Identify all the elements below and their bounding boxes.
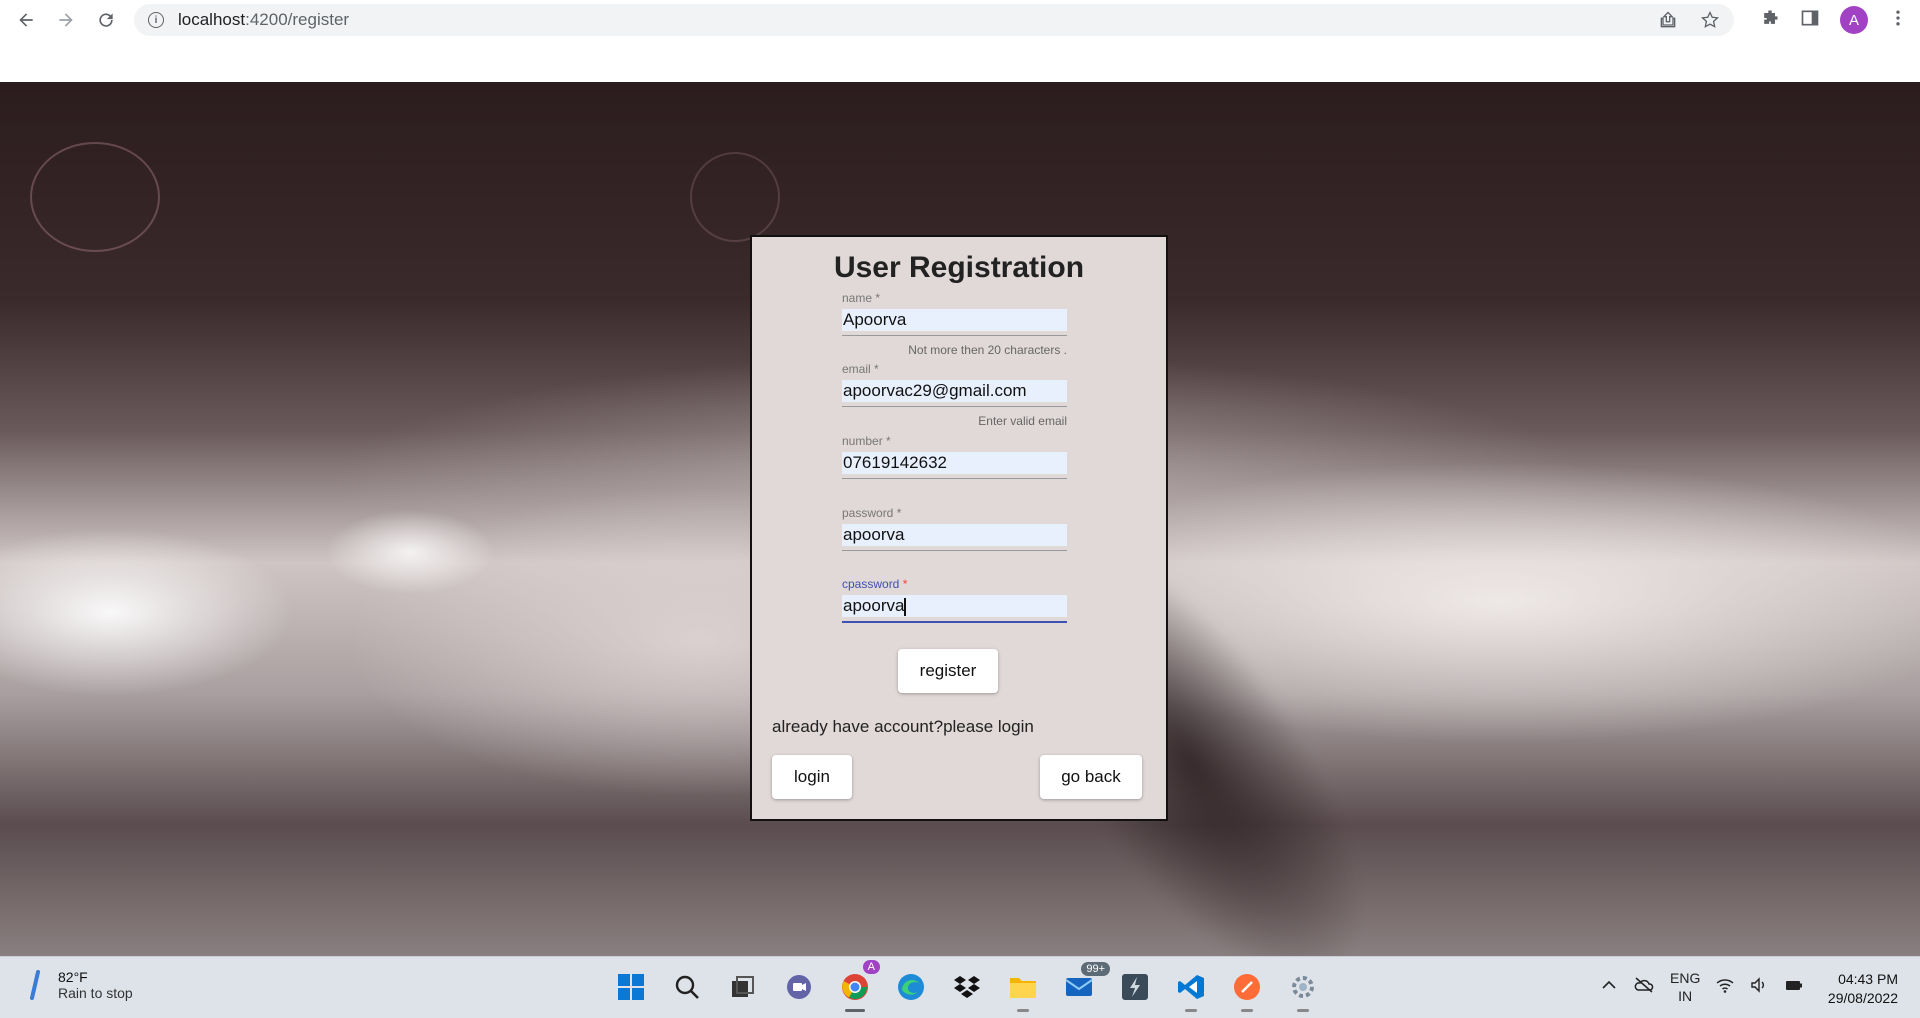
registration-card: User Registration name * Apoorva Not mor… [750, 235, 1168, 821]
share-icon[interactable] [1658, 10, 1678, 35]
taskbar: 82°F Rain to stop A 99+ ENG IN 04:43 PM … [0, 956, 1920, 1018]
running-indicator [1297, 1009, 1309, 1012]
input-language[interactable]: ENG IN [1670, 969, 1700, 1005]
cpassword-input[interactable]: apoorva [842, 595, 1067, 617]
name-input[interactable]: Apoorva [842, 309, 1067, 331]
forward-icon[interactable] [46, 0, 86, 40]
number-underline [842, 478, 1067, 479]
number-label: number * [842, 434, 891, 448]
chrome-menu-icon[interactable] [1888, 8, 1908, 33]
file-explorer-icon[interactable] [1004, 968, 1042, 1012]
email-hint: Enter valid email [978, 414, 1067, 428]
weather-desc: Rain to stop [58, 985, 133, 1001]
dropbox-icon[interactable] [948, 968, 986, 1006]
running-indicator [1185, 1009, 1197, 1012]
chrome-icon[interactable]: A [836, 960, 880, 1012]
cpassword-label: cpassword * [842, 577, 908, 591]
address-bar[interactable]: i localhost:4200/register [134, 4, 1734, 36]
password-label: password * [842, 506, 902, 520]
site-info-icon[interactable]: i [148, 12, 164, 28]
password-underline [842, 550, 1067, 551]
task-view-icon[interactable] [724, 968, 762, 1006]
cpassword-underline [842, 621, 1067, 623]
mail-icon[interactable]: 99+ [1060, 962, 1110, 1006]
windows-start-icon[interactable] [612, 968, 650, 1006]
url-text: localhost:4200/register [178, 10, 350, 29]
bokeh-decoration [690, 152, 780, 242]
bookmark-star-icon[interactable] [1700, 10, 1720, 35]
email-label: email * [842, 362, 879, 376]
search-icon[interactable] [668, 968, 706, 1006]
profile-avatar[interactable]: A [1840, 6, 1868, 34]
terminal-app-icon[interactable] [1116, 968, 1154, 1006]
name-hint: Not more then 20 characters . [908, 343, 1067, 357]
login-prompt: already have account?please login [772, 717, 1034, 736]
extensions-icon[interactable] [1760, 8, 1780, 33]
name-underline [842, 335, 1067, 336]
weather-temp: 82°F [58, 969, 88, 985]
vscode-icon[interactable] [1172, 968, 1210, 1012]
register-button[interactable]: register [898, 649, 998, 693]
wifi-icon[interactable] [1716, 976, 1734, 999]
name-label: name * [842, 291, 881, 305]
chrome-profile-badge: A [862, 960, 880, 974]
email-field: email * apoorvac29@gmail.com Enter valid… [842, 362, 1067, 428]
rain-icon [30, 970, 40, 1000]
reload-icon[interactable] [86, 0, 126, 40]
volume-icon[interactable] [1750, 976, 1768, 999]
active-indicator [845, 1009, 865, 1012]
go-back-button[interactable]: go back [1040, 755, 1142, 799]
bokeh-decoration [30, 142, 160, 252]
running-indicator [1241, 1009, 1253, 1012]
text-caret [904, 597, 906, 616]
chevron-up-icon[interactable] [1600, 976, 1618, 999]
system-clock[interactable]: 04:43 PM 29/08/2022 [1828, 970, 1898, 1008]
browser-toolbar: i localhost:4200/register A [0, 0, 1920, 40]
number-input[interactable]: 07619142632 [842, 452, 1067, 474]
onedrive-offline-icon[interactable] [1634, 976, 1654, 999]
number-field: number * 07619142632 [842, 434, 1067, 479]
edge-icon[interactable] [892, 968, 930, 1006]
teams-chat-icon[interactable] [780, 968, 818, 1006]
password-input[interactable]: apoorva [842, 524, 1067, 546]
mail-badge: 99+ [1081, 962, 1110, 976]
weather-widget[interactable]: 82°F Rain to stop [28, 969, 133, 1001]
battery-icon[interactable] [1784, 976, 1804, 999]
cpassword-field: cpassword * apoorva [842, 577, 1067, 623]
settings-gear-icon[interactable] [1284, 968, 1322, 1012]
name-field: name * Apoorva Not more then 20 characte… [842, 291, 1067, 357]
page-title: User Registration [833, 251, 1085, 284]
email-input[interactable]: apoorvac29@gmail.com [842, 380, 1067, 402]
password-field: password * apoorva [842, 506, 1067, 551]
running-indicator [1017, 1009, 1029, 1012]
login-button[interactable]: login [772, 755, 852, 799]
side-panel-icon[interactable] [1800, 8, 1820, 33]
page-background: User Registration name * Apoorva Not mor… [0, 82, 1920, 956]
email-underline [842, 406, 1067, 407]
back-icon[interactable] [6, 0, 46, 40]
postman-icon[interactable] [1228, 968, 1266, 1012]
